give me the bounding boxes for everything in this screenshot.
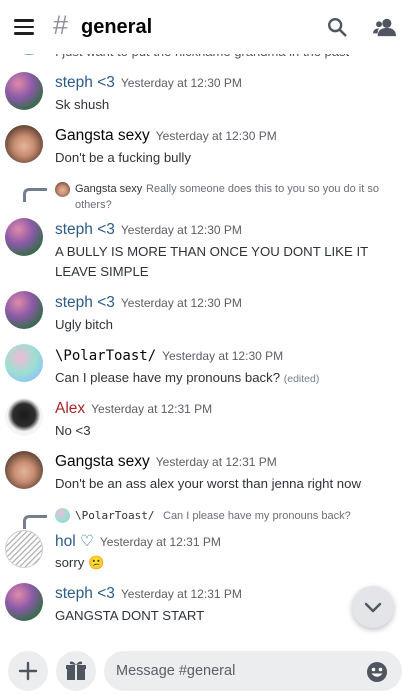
- avatar[interactable]: [5, 72, 43, 110]
- reply-text: Can I please have my pronouns back?: [163, 510, 351, 522]
- timestamp: Yesterday at 12:30 PM: [162, 349, 284, 363]
- search-icon[interactable]: [326, 16, 348, 38]
- timestamp: Yesterday at 12:30 PM: [155, 129, 277, 143]
- username[interactable]: hol ♡ Yesterday at 12:31 PM: [55, 532, 221, 551]
- username[interactable]: steph <3 Yesterday at 12:31 PM: [55, 585, 242, 603]
- avatar[interactable]: [5, 125, 43, 163]
- avatar: [55, 182, 70, 197]
- avatar[interactable]: [5, 218, 43, 256]
- message-content: GANGSTA DONT START: [55, 608, 205, 623]
- timestamp: Yesterday at 12:30 PM: [120, 223, 242, 237]
- message-content: Can I please have my pronouns back? (edi…: [55, 370, 320, 385]
- members-icon[interactable]: [373, 16, 397, 38]
- timestamp: Yesterday at 12:30 PM: [120, 296, 242, 310]
- timestamp: Yesterday at 12:30 PM: [120, 76, 242, 90]
- timestamp: Yesterday at 12:31 PM: [155, 455, 277, 469]
- gift-icon: [66, 661, 86, 680]
- plus-icon: [18, 661, 38, 681]
- avatar[interactable]: [5, 530, 43, 568]
- avatar[interactable]: [5, 398, 43, 436]
- hamburger-icon[interactable]: [14, 19, 36, 35]
- timestamp: Yesterday at 12:31 PM: [120, 587, 242, 601]
- jump-to-bottom-button[interactable]: [352, 586, 394, 628]
- username[interactable]: steph <3 Yesterday at 12:30 PM: [55, 221, 242, 239]
- message-content: A BULLY IS MORE THAN ONCE YOU DONT LIKE …: [55, 244, 368, 279]
- channel-hash-icon: #: [53, 10, 69, 40]
- avatar[interactable]: [5, 291, 43, 329]
- avatar[interactable]: [5, 583, 43, 621]
- avatar[interactable]: [5, 344, 43, 382]
- attach-button[interactable]: [8, 651, 48, 691]
- avatar: [55, 508, 70, 523]
- message-content: sorry 😕: [55, 555, 105, 570]
- channel-name: general: [81, 16, 153, 38]
- username[interactable]: Gangsta sexy Yesterday at 12:31 PM: [55, 453, 277, 471]
- username[interactable]: steph <3 Yesterday at 12:30 PM: [55, 294, 242, 312]
- message-input[interactable]: [104, 651, 402, 691]
- timestamp: Yesterday at 12:31 PM: [91, 402, 213, 416]
- reply-connector: [23, 515, 47, 529]
- gift-button[interactable]: [56, 651, 96, 691]
- reply-connector: [23, 188, 47, 202]
- edited-label: (edited): [283, 373, 320, 385]
- reply-text: Really someone does this to you so you d…: [75, 183, 379, 211]
- message-content: Sk shush: [55, 97, 110, 112]
- message-content: Don't be a fucking bully: [55, 150, 191, 165]
- message-content: Don't be an ass alex your worst than jen…: [55, 476, 362, 491]
- emoji-icon[interactable]: [366, 661, 388, 683]
- message-content: Ugly bitch: [55, 317, 113, 332]
- username[interactable]: \PolarToast/Yesterday at 12:30 PM: [55, 347, 283, 365]
- avatar[interactable]: [5, 451, 43, 489]
- reply-username: \PolarToast/: [75, 509, 155, 522]
- username[interactable]: steph <3 Yesterday at 12:30 PM: [55, 74, 242, 92]
- timestamp: Yesterday at 12:31 PM: [99, 535, 221, 549]
- message-content: No <3: [55, 423, 91, 438]
- message-composer: [0, 638, 403, 692]
- chevron-down-icon: [364, 602, 382, 613]
- username[interactable]: Gangsta sexy Yesterday at 12:30 PM: [55, 127, 277, 145]
- username[interactable]: Alex Yesterday at 12:31 PM: [55, 400, 212, 418]
